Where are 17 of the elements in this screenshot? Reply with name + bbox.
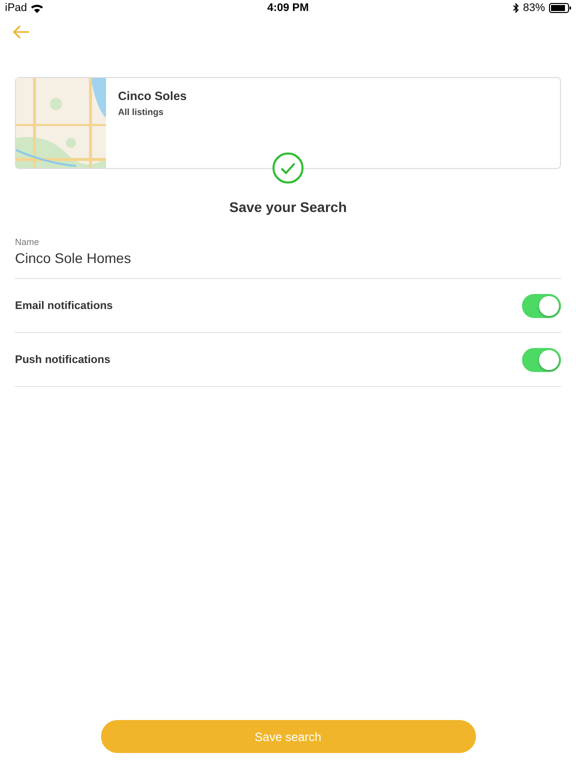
setting-label: Email notifications — [15, 300, 113, 312]
bluetooth-icon — [512, 3, 519, 13]
name-field[interactable]: Name Cinco Sole Homes — [15, 237, 561, 279]
device-name: iPad — [5, 2, 28, 14]
battery-icon — [549, 3, 572, 13]
field-label: Name — [15, 237, 40, 247]
page-heading: Save your Search — [229, 199, 347, 215]
toggle-switch[interactable] — [522, 348, 561, 372]
battery-percentage: 83% — [522, 2, 546, 14]
clock-time: 4:09 PM — [267, 2, 309, 14]
search-subtitle: All listings — [118, 107, 164, 117]
field-value: Cinco Sole Homes — [15, 250, 131, 266]
search-title: Cinco Soles — [118, 89, 187, 103]
wifi-icon — [31, 4, 44, 12]
toggle-switch[interactable] — [522, 294, 561, 318]
checkmark-icon — [272, 152, 304, 184]
setting-label: Push notifications — [15, 354, 110, 366]
